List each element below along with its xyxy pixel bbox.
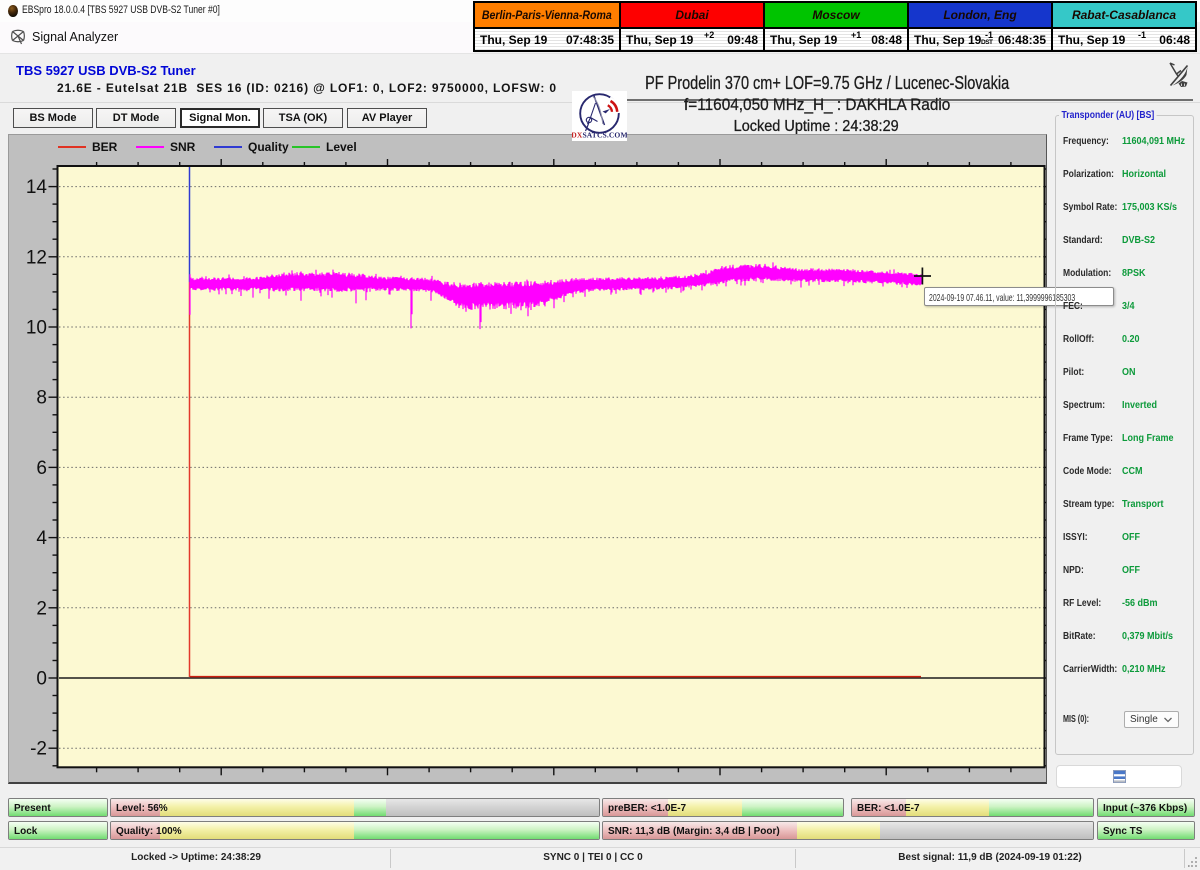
svg-text:12: 12 bbox=[26, 247, 47, 268]
svg-text:4: 4 bbox=[36, 528, 47, 549]
svg-text:-2: -2 bbox=[30, 739, 47, 760]
svg-text:DXSATCS.COM: DXSATCS.COM bbox=[572, 131, 627, 140]
svg-text:0: 0 bbox=[36, 669, 47, 690]
svg-text:8: 8 bbox=[36, 388, 47, 409]
svg-text:14: 14 bbox=[26, 177, 48, 198]
svg-text:10: 10 bbox=[26, 318, 47, 339]
svg-text:6: 6 bbox=[36, 458, 47, 479]
svg-text:2: 2 bbox=[36, 598, 47, 619]
